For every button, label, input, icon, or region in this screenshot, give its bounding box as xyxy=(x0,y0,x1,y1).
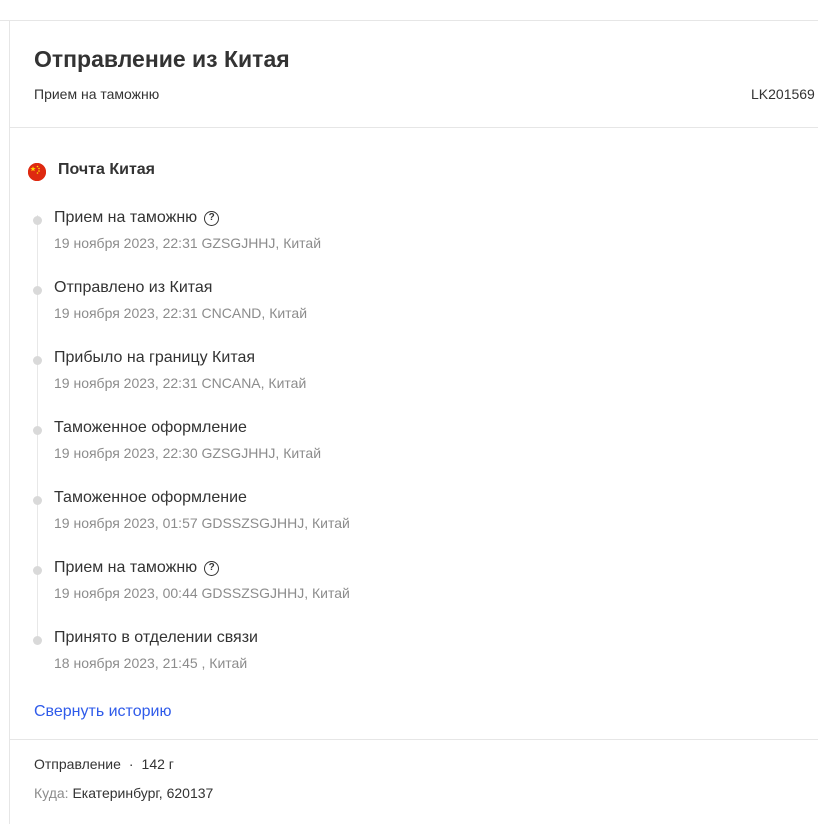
carrier-name: Почта Китая xyxy=(58,161,156,178)
page-title: Отправление из Китая xyxy=(34,46,290,72)
footer-divider xyxy=(9,739,818,740)
timeline-dot xyxy=(33,496,42,505)
timeline-event: Прием на таможню? 19 ноября 2023, 22:31 G… xyxy=(0,205,818,265)
event-meta: 19 ноября 2023, 22:31 CNCANA, Китай xyxy=(54,375,307,391)
event-meta: 19 ноября 2023, 01:57 GDSSZSGJHHJ, Китай xyxy=(54,515,350,531)
current-status: Прием на таможню xyxy=(34,86,160,102)
separator-dot: · xyxy=(128,756,134,772)
shipment-type-label: Отправление xyxy=(34,756,121,772)
event-status: Принято в отделении связи xyxy=(54,629,258,647)
event-status-text: Отправлено из Китая xyxy=(54,279,213,296)
timeline-event: Таможенное оформление 19 ноября 2023, 01:… xyxy=(0,485,818,545)
event-status: Прибыло на границу Китая xyxy=(54,349,255,367)
event-meta: 18 ноября 2023, 21:45 , Китай xyxy=(54,655,248,671)
shipment-weight: 142 г xyxy=(141,756,174,772)
timeline-event: Прибыло на границу Китая 19 ноября 2023, … xyxy=(0,345,818,405)
timeline-dot xyxy=(33,426,42,435)
event-status: Таможенное оформление xyxy=(54,419,247,437)
event-meta: 19 ноября 2023, 22:31 GZSGJHHJ, Китай xyxy=(54,235,322,251)
timeline-event: Таможенное оформление 19 ноября 2023, 22:… xyxy=(0,415,818,475)
timeline-event: Отправлено из Китая 19 ноября 2023, 22:31… xyxy=(0,275,818,335)
timeline-dot xyxy=(33,636,42,645)
timeline-dot xyxy=(33,286,42,295)
timeline-dot xyxy=(33,216,42,225)
destination-label: Куда: xyxy=(34,785,69,801)
tracking-page: Отправление из Китая Прием на таможню LK… xyxy=(0,0,818,824)
event-status-text: Таможенное оформление xyxy=(54,489,247,506)
timeline-event: Прием на таможню? 19 ноября 2023, 00:44 G… xyxy=(0,555,818,615)
event-meta: 19 ноября 2023, 00:44 GDSSZSGJHHJ, Китай xyxy=(54,585,350,601)
event-meta: 19 ноября 2023, 22:30 GZSGJHHJ, Китай xyxy=(54,445,322,461)
help-icon[interactable]: ? xyxy=(204,560,220,576)
event-status: Таможенное оформление xyxy=(54,489,247,507)
event-status-text: Таможенное оформление xyxy=(54,419,247,436)
event-status: Отправлено из Китая xyxy=(54,279,212,297)
header-divider xyxy=(9,127,818,128)
top-divider xyxy=(0,20,818,21)
help-icon[interactable]: ? xyxy=(204,210,220,226)
event-status-text: Прием на таможню xyxy=(54,559,198,576)
event-status: Прием на таможню? xyxy=(54,209,220,227)
timeline-event: Принято в отделении связи 18 ноября 2023,… xyxy=(0,625,818,685)
event-status: Прием на таможню? xyxy=(54,559,220,577)
event-status-text: Принято в отделении связи xyxy=(54,629,258,646)
destination-value: Екатеринбург, 620137 xyxy=(72,785,214,801)
destination-row: Куда: Екатеринбург, 620137 xyxy=(34,785,213,801)
china-flag-icon xyxy=(28,163,46,181)
timeline-dot xyxy=(33,566,42,575)
shipment-weight-row: Отправление · 142 г xyxy=(34,756,174,772)
event-status-text: Прибыло на границу Китая xyxy=(54,349,256,366)
collapse-history-link[interactable]: Свернуть историю xyxy=(34,703,171,721)
event-status-text: Прием на таможню xyxy=(54,209,198,226)
event-meta: 19 ноября 2023, 22:31 CNCAND, Китай xyxy=(54,305,308,321)
tracking-number[interactable]: LK201569 xyxy=(751,86,815,102)
timeline-dot xyxy=(33,356,42,365)
